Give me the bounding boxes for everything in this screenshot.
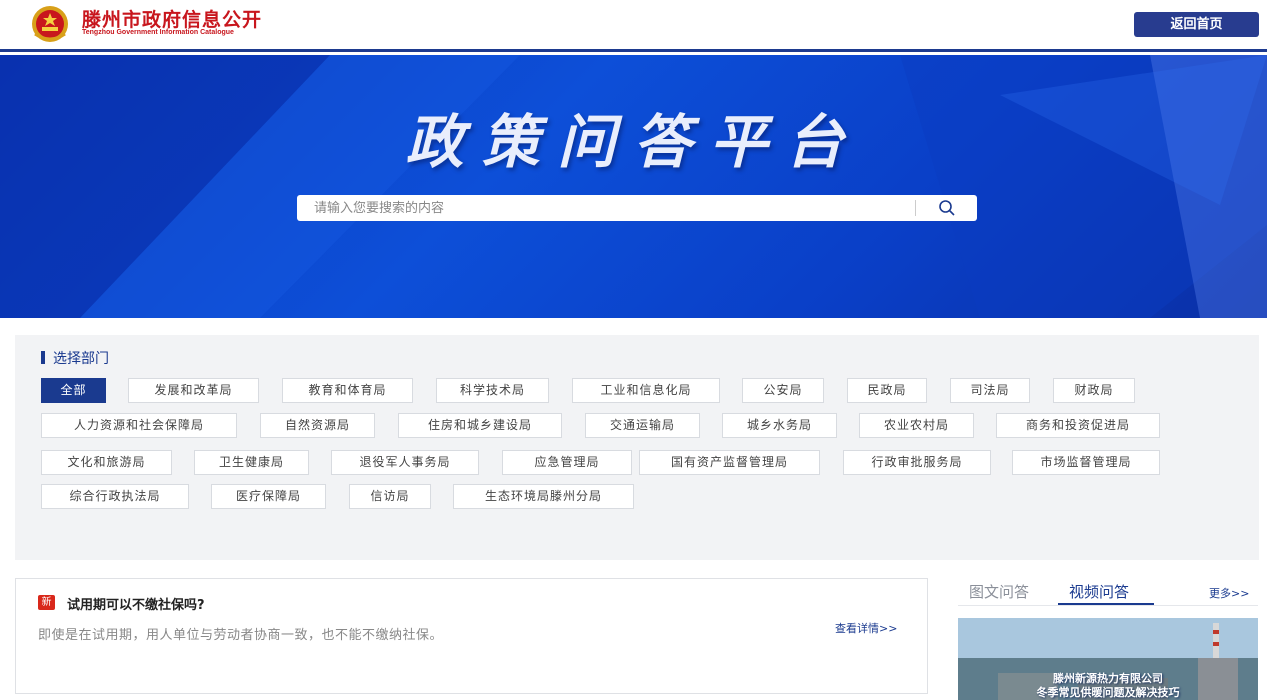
dept-button[interactable]: 商务和投资促进局: [996, 413, 1160, 438]
dept-button[interactable]: 民政局: [847, 378, 927, 403]
dept-button[interactable]: 住房和城乡建设局: [398, 413, 562, 438]
dept-button[interactable]: 教育和体育局: [282, 378, 413, 403]
dept-button[interactable]: 农业农村局: [859, 413, 974, 438]
video-caption-line2: 冬季常见供暖问题及解决技巧: [1036, 686, 1180, 699]
search-button[interactable]: [916, 195, 977, 221]
platform-title: 政策问答平台: [405, 108, 862, 176]
active-tab-indicator: [1058, 603, 1154, 605]
view-details-link[interactable]: 查看详情>>: [835, 620, 897, 636]
dept-button[interactable]: 自然资源局: [260, 413, 375, 438]
department-panel: 选择部门 全部 发展和改革局 教育和体育局 科学技术局 工业和信息化局 公安局 …: [15, 335, 1259, 560]
site-title: 滕州市政府信息公开: [82, 9, 263, 31]
more-link[interactable]: 更多>>: [1209, 585, 1249, 601]
qa-list-item[interactable]: 新 试用期可以不缴社保吗? 即使是在试用期，用人单位与劳动者协商一致，也不能不缴…: [15, 578, 928, 694]
dept-button[interactable]: 人力资源和社会保障局: [41, 413, 237, 438]
search-input[interactable]: [297, 195, 915, 221]
search-icon: [938, 200, 955, 216]
qa-title[interactable]: 试用期可以不缴社保吗?: [67, 594, 205, 613]
dept-button[interactable]: 卫生健康局: [194, 450, 309, 475]
dept-button[interactable]: 行政审批服务局: [843, 450, 991, 475]
dept-button[interactable]: 国有资产监督管理局: [639, 450, 820, 475]
heading-marker: [41, 351, 45, 364]
dept-button[interactable]: 财政局: [1053, 378, 1135, 403]
dept-button[interactable]: 公安局: [742, 378, 824, 403]
site-header: 滕州市政府信息公开 Tengzhou Government Informatio…: [0, 0, 1267, 52]
dept-button[interactable]: 综合行政执法局: [41, 484, 189, 509]
dept-button[interactable]: 信访局: [349, 484, 431, 509]
dept-button[interactable]: 应急管理局: [502, 450, 632, 475]
hero-banner: 政策问答平台: [0, 55, 1267, 318]
dept-button[interactable]: 市场监督管理局: [1012, 450, 1160, 475]
dept-button[interactable]: 工业和信息化局: [572, 378, 720, 403]
search-bar: [297, 195, 977, 221]
department-heading: 选择部门: [53, 351, 109, 367]
tabs-divider: [958, 605, 1258, 606]
dept-button[interactable]: 交通运输局: [585, 413, 700, 438]
dept-all[interactable]: 全部: [41, 378, 106, 403]
tab-video-qa[interactable]: 视频问答: [1069, 581, 1129, 602]
dept-button[interactable]: 生态环境局滕州分局: [453, 484, 634, 509]
new-badge: 新: [38, 595, 55, 610]
dept-button[interactable]: 退役军人事务局: [331, 450, 479, 475]
dept-button[interactable]: 司法局: [950, 378, 1030, 403]
dept-button[interactable]: 文化和旅游局: [41, 450, 172, 475]
national-emblem-icon: [32, 6, 68, 42]
dept-button[interactable]: 城乡水务局: [722, 413, 837, 438]
dept-button[interactable]: 发展和改革局: [128, 378, 259, 403]
dept-button[interactable]: 医疗保障局: [211, 484, 326, 509]
tab-graphic-qa[interactable]: 图文问答: [969, 581, 1029, 602]
site-subtitle: Tengzhou Government Information Catalogu…: [82, 29, 234, 36]
dept-button[interactable]: 科学技术局: [436, 378, 549, 403]
qa-summary: 即使是在试用期，用人单位与劳动者协商一致，也不能不缴纳社保。: [38, 628, 444, 643]
video-thumbnail[interactable]: 滕州新源热力有限公司 冬季常见供暖问题及解决技巧: [958, 618, 1258, 700]
return-home-button[interactable]: 返回首页: [1134, 12, 1259, 37]
